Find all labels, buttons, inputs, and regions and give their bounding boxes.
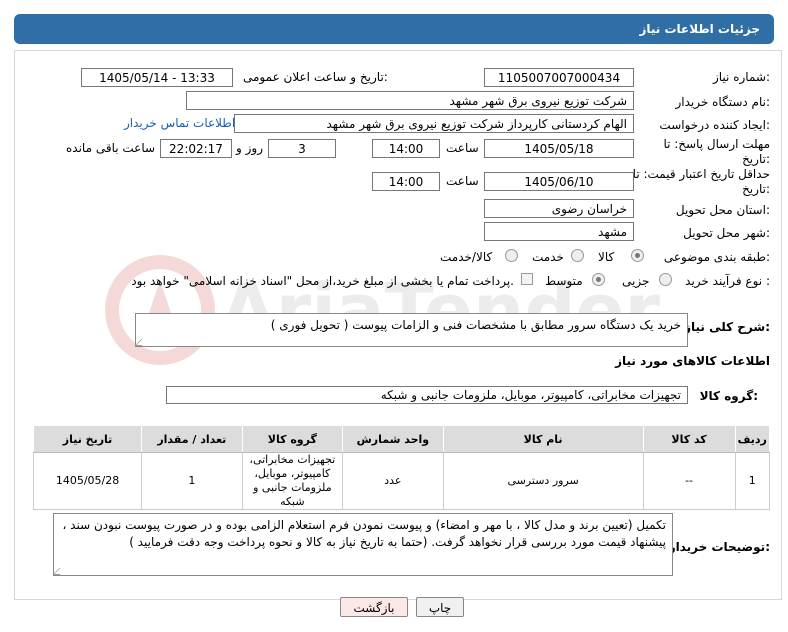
city-value: مشهد [484, 222, 634, 241]
treasury-payment-checkbox[interactable] [521, 273, 533, 285]
category-option-goods-service: کالا/خدمت [440, 250, 493, 264]
page-header: جزئیات اطلاعات نیاز [14, 14, 774, 44]
creator-value: الهام کردستانی کارپرداز شرکت توزیع نیروی… [234, 114, 634, 133]
goods-group-label: گروه کالا: [699, 389, 758, 403]
process-option-medium: متوسط [545, 274, 583, 288]
city-label: شهر محل تحویل: [683, 226, 770, 240]
summary-textarea[interactable]: خرید یک دستگاه سرور مطابق با مشخصات فنی … [135, 313, 688, 347]
process-label: نوع فرآیند خرید : [685, 274, 770, 288]
reply-time-label: ساعت [446, 141, 479, 155]
back-button[interactable]: بازگشت [340, 597, 408, 617]
buyer-notes-textarea[interactable]: تکمیل (تعیین برند و مدل کالا ، با مهر و … [53, 513, 673, 576]
remaining-label: ساعت باقی مانده [66, 141, 156, 155]
col-qty: تعداد / مقدار [141, 425, 243, 453]
buyer-contact-link[interactable]: اطلاعات تماس خریدار [124, 116, 235, 130]
buyer-org-label: نام دستگاه خریدار: [675, 95, 771, 109]
need-number-value: 1105007007000434 [484, 68, 634, 87]
print-button[interactable]: چاپ [416, 597, 464, 617]
validity-time-value: 14:00 [372, 172, 440, 191]
process-radio-medium[interactable] [592, 273, 605, 286]
cell-unit: عدد [342, 452, 444, 510]
remaining-time-value: 22:02:17 [160, 139, 232, 158]
category-radio-goods[interactable] [631, 249, 644, 262]
goods-table-header: ردیف کد کالا نام کالا واحد شمارش گروه کا… [32, 425, 771, 453]
reply-time-value: 14:00 [372, 139, 440, 158]
col-code: کد کالا [642, 425, 736, 453]
buyer-notes-text: تکمیل (تعیین برند و مدل کالا ، با مهر و … [62, 518, 666, 549]
days-value: 3 [268, 139, 336, 158]
buyer-org-value: شرکت توزیع نیروی برق شهر مشهد [186, 91, 634, 110]
category-option-goods: کالا [598, 250, 615, 264]
col-row: ردیف [734, 425, 771, 453]
category-option-service: خدمت [532, 250, 564, 264]
goods-table: ردیف کد کالا نام کالا واحد شمارش گروه کا… [32, 425, 771, 510]
need-number-label: شماره نیاز: [712, 70, 770, 84]
col-group: گروه کالا [241, 425, 344, 453]
summary-label: شرح کلی نیاز: [684, 320, 770, 334]
reply-date-value: 1405/05/18 [484, 139, 634, 158]
validity-date-value: 1405/06/10 [484, 172, 634, 191]
creator-label: ایجاد کننده درخواست: [659, 118, 770, 132]
cell-code: -- [642, 452, 736, 510]
goods-group-value: تجهیزات مخابراتی، کامپیوتر، موبایل، ملزو… [166, 386, 688, 404]
cell-row: 1 [734, 452, 771, 510]
buyer-notes-label: توضیحات خریدار: [668, 540, 770, 554]
days-label: روز و [236, 141, 263, 155]
process-radio-minor[interactable] [659, 273, 672, 286]
category-label: طبقه بندی موضوعی: [663, 250, 770, 264]
treasury-payment-note: پرداخت تمام یا بخشی از مبلغ خرید،از محل … [131, 274, 514, 288]
process-option-minor: جزیی [622, 274, 650, 288]
reply-deadline-label: مهلت ارسال پاسخ: تا تاریخ: [663, 137, 770, 166]
cell-name: سرور دسترسی [442, 452, 644, 510]
cell-date: 1405/05/28 [32, 452, 143, 510]
page-title: جزئیات اطلاعات نیاز [639, 22, 760, 36]
cell-group: تجهیزات مخابراتی، کامپیوتر، موبایل، ملزو… [241, 452, 344, 510]
cell-qty: 1 [141, 452, 243, 510]
province-label: استان محل تحویل: [675, 203, 770, 217]
table-row: 1 -- سرور دسترسی عدد تجهیزات مخابراتی، ک… [32, 452, 771, 510]
col-date: تاریخ نیاز [32, 425, 143, 453]
goods-section-title: اطلاعات کالاهای مورد نیاز [615, 354, 770, 368]
col-name: نام کالا [442, 425, 644, 453]
province-value: خراسان رضوی [484, 199, 634, 218]
announce-value: 1405/05/14 - 13:33 [81, 68, 233, 87]
category-radio-goods-service[interactable] [505, 249, 518, 262]
announce-label: تاریخ و ساعت اعلان عمومی: [243, 70, 388, 84]
category-radio-service[interactable] [571, 249, 584, 262]
summary-text: خرید یک دستگاه سرور مطابق با مشخصات فنی … [270, 318, 681, 332]
price-validity-label: حداقل تاریخ اعتبار قیمت: تا تاریخ: [632, 167, 770, 196]
col-unit: واحد شمارش [342, 425, 444, 453]
validity-time-label: ساعت [446, 174, 479, 188]
